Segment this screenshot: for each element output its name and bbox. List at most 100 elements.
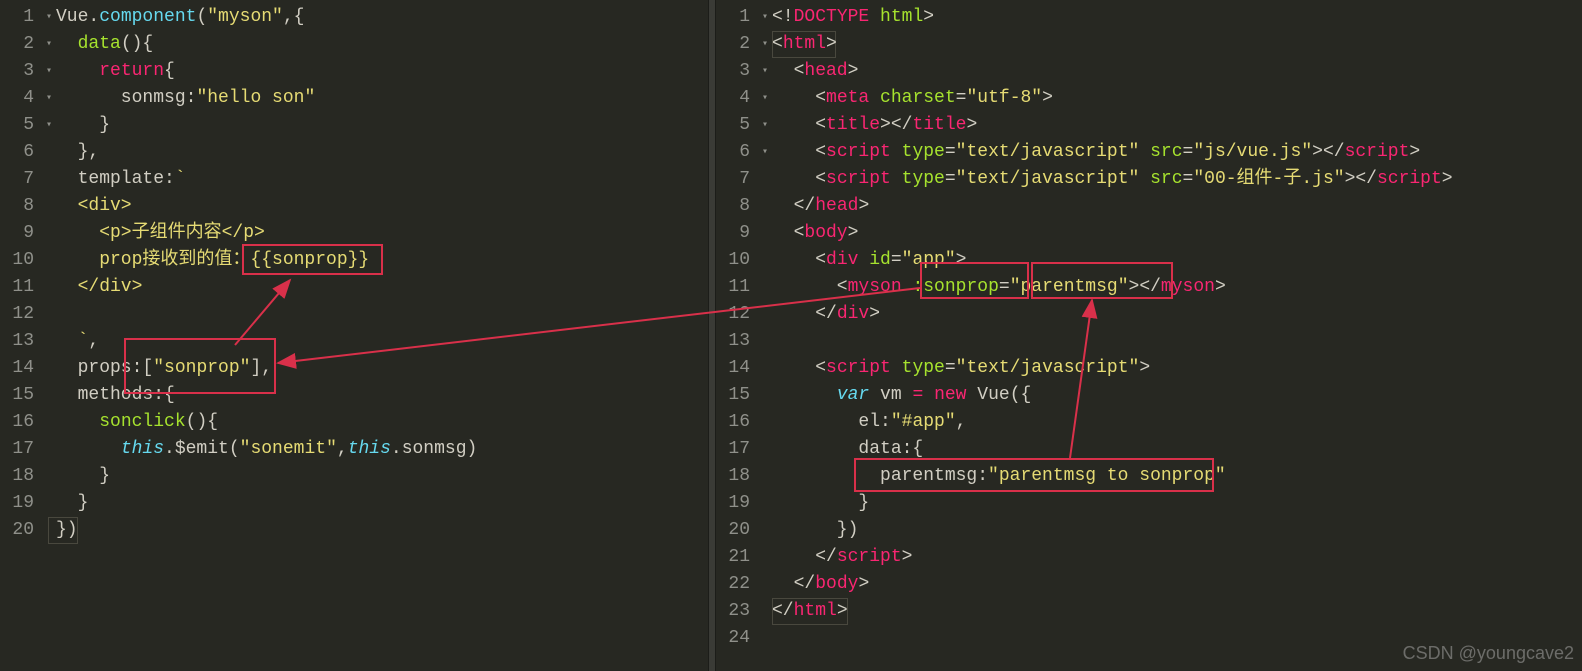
left-fold-column[interactable]: ▾▾▾▾▾ <box>42 0 56 671</box>
code-line[interactable]: <!DOCTYPE html> <box>772 4 1453 31</box>
line-number[interactable]: 14 <box>716 355 750 382</box>
code-line[interactable]: parentmsg:"parentmsg to sonprop" <box>772 463 1453 490</box>
line-number[interactable]: 9 <box>0 220 34 247</box>
code-line[interactable]: this.$emit("sonemit",this.sonmsg) <box>56 436 477 463</box>
code-line[interactable]: } <box>56 112 477 139</box>
line-number[interactable]: 5 <box>0 112 34 139</box>
line-number[interactable]: 23 <box>716 598 750 625</box>
right-editor-pane[interactable]: 123456789101112131415161718192021222324 … <box>716 0 1582 671</box>
code-line[interactable]: <meta charset="utf-8"> <box>772 85 1453 112</box>
line-number[interactable]: 2 <box>0 31 34 58</box>
line-number[interactable]: 12 <box>716 301 750 328</box>
fold-toggle-icon[interactable]: ▾ <box>42 58 56 85</box>
line-number[interactable]: 13 <box>0 328 34 355</box>
right-gutter[interactable]: 123456789101112131415161718192021222324 <box>716 0 758 671</box>
code-line[interactable]: } <box>56 490 477 517</box>
line-number[interactable]: 20 <box>0 517 34 544</box>
line-number[interactable]: 6 <box>716 139 750 166</box>
line-number[interactable]: 2 <box>716 31 750 58</box>
code-line[interactable]: <myson :sonprop="parentmsg"></myson> <box>772 274 1453 301</box>
fold-toggle-icon[interactable]: ▾ <box>758 139 772 166</box>
fold-toggle-icon[interactable]: ▾ <box>758 85 772 112</box>
fold-toggle-icon[interactable]: ▾ <box>758 58 772 85</box>
line-number[interactable]: 24 <box>716 625 750 652</box>
line-number[interactable]: 9 <box>716 220 750 247</box>
code-line[interactable]: data(){ <box>56 31 477 58</box>
right-fold-column[interactable]: ▾▾▾▾▾▾ <box>758 0 772 671</box>
line-number[interactable]: 7 <box>716 166 750 193</box>
code-line[interactable] <box>772 625 1453 652</box>
line-number[interactable]: 8 <box>716 193 750 220</box>
code-line[interactable]: <script type="text/javascript" src="js/v… <box>772 139 1453 166</box>
code-line[interactable]: </div> <box>772 301 1453 328</box>
line-number[interactable]: 16 <box>0 409 34 436</box>
line-number[interactable]: 6 <box>0 139 34 166</box>
line-number[interactable]: 19 <box>0 490 34 517</box>
code-line[interactable]: <div> <box>56 193 477 220</box>
code-line[interactable]: props:["sonprop"], <box>56 355 477 382</box>
line-number[interactable]: 3 <box>0 58 34 85</box>
fold-toggle-icon[interactable]: ▾ <box>758 4 772 31</box>
code-line[interactable] <box>56 301 477 328</box>
pane-divider[interactable] <box>708 0 716 671</box>
code-line[interactable]: template:` <box>56 166 477 193</box>
right-code-area[interactable]: <!DOCTYPE html><html> <head> <meta chars… <box>772 0 1453 671</box>
line-number[interactable]: 8 <box>0 193 34 220</box>
line-number[interactable]: 21 <box>716 544 750 571</box>
code-line[interactable]: </body> <box>772 571 1453 598</box>
fold-toggle-icon[interactable]: ▾ <box>42 112 56 139</box>
code-line[interactable]: Vue.component("myson",{ <box>56 4 477 31</box>
code-line[interactable]: <body> <box>772 220 1453 247</box>
line-number[interactable]: 16 <box>716 409 750 436</box>
line-number[interactable]: 1 <box>716 4 750 31</box>
line-number[interactable]: 11 <box>0 274 34 301</box>
code-line[interactable]: <script type="text/javascript"> <box>772 355 1453 382</box>
line-number[interactable]: 15 <box>716 382 750 409</box>
code-line[interactable]: <html> <box>772 31 1453 58</box>
code-line[interactable]: el:"#app", <box>772 409 1453 436</box>
line-number[interactable]: 7 <box>0 166 34 193</box>
code-line[interactable]: sonclick(){ <box>56 409 477 436</box>
left-editor-pane[interactable]: 1234567891011121314151617181920 ▾▾▾▾▾ Vu… <box>0 0 708 671</box>
code-line[interactable]: </head> <box>772 193 1453 220</box>
code-line[interactable]: sonmsg:"hello son" <box>56 85 477 112</box>
line-number[interactable]: 20 <box>716 517 750 544</box>
fold-toggle-icon[interactable]: ▾ <box>42 85 56 112</box>
code-line[interactable]: } <box>772 490 1453 517</box>
code-line[interactable]: </script> <box>772 544 1453 571</box>
code-line[interactable]: }, <box>56 139 477 166</box>
line-number[interactable]: 4 <box>716 85 750 112</box>
code-line[interactable]: <div id="app"> <box>772 247 1453 274</box>
code-line[interactable] <box>772 328 1453 355</box>
fold-toggle-icon[interactable]: ▾ <box>42 4 56 31</box>
code-line[interactable]: } <box>56 463 477 490</box>
line-number[interactable]: 14 <box>0 355 34 382</box>
code-line[interactable]: <title></title> <box>772 112 1453 139</box>
code-line[interactable]: </html> <box>772 598 1453 625</box>
line-number[interactable]: 19 <box>716 490 750 517</box>
line-number[interactable]: 5 <box>716 112 750 139</box>
code-line[interactable]: return{ <box>56 58 477 85</box>
code-line[interactable]: <head> <box>772 58 1453 85</box>
line-number[interactable]: 18 <box>0 463 34 490</box>
line-number[interactable]: 4 <box>0 85 34 112</box>
code-line[interactable]: data:{ <box>772 436 1453 463</box>
line-number[interactable]: 13 <box>716 328 750 355</box>
code-line[interactable]: `, <box>56 328 477 355</box>
line-number[interactable]: 10 <box>0 247 34 274</box>
fold-toggle-icon[interactable]: ▾ <box>758 31 772 58</box>
code-line[interactable]: methods:{ <box>56 382 477 409</box>
code-line[interactable]: var vm = new Vue({ <box>772 382 1453 409</box>
code-line[interactable]: <script type="text/javascript" src="00-组… <box>772 166 1453 193</box>
line-number[interactable]: 17 <box>0 436 34 463</box>
fold-toggle-icon[interactable]: ▾ <box>758 112 772 139</box>
line-number[interactable]: 3 <box>716 58 750 85</box>
fold-toggle-icon[interactable]: ▾ <box>42 31 56 58</box>
line-number[interactable]: 22 <box>716 571 750 598</box>
line-number[interactable]: 18 <box>716 463 750 490</box>
line-number[interactable]: 15 <box>0 382 34 409</box>
code-line[interactable]: </div> <box>56 274 477 301</box>
line-number[interactable]: 12 <box>0 301 34 328</box>
left-code-area[interactable]: Vue.component("myson",{ data(){ return{ … <box>56 0 477 671</box>
code-line[interactable]: }) <box>772 517 1453 544</box>
